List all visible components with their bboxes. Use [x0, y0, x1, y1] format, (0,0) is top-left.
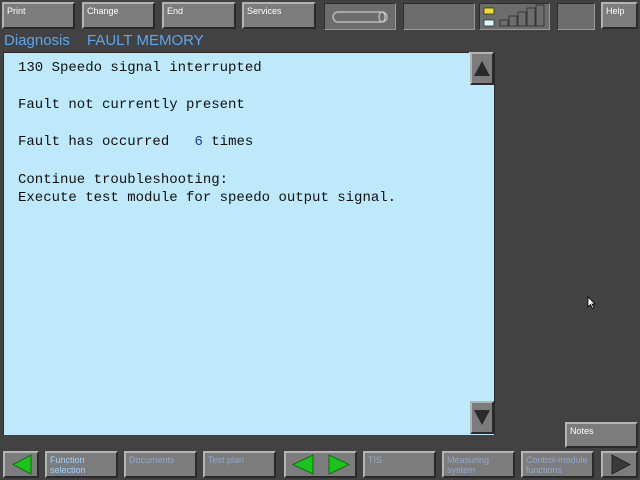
scroll-down-icon [474, 410, 490, 425]
section-label: Diagnosis [4, 32, 70, 49]
occurrence-count: 6 [194, 134, 203, 150]
test-plan-button[interactable]: Test plan [203, 451, 276, 478]
scroll-up-icon [474, 61, 490, 76]
back-button[interactable] [3, 451, 39, 478]
measuring-system-button[interactable]: Measuring system [442, 451, 515, 478]
arrow-right-icon [611, 454, 631, 475]
signal-strength-icon [499, 4, 545, 27]
screen-header: Diagnosis FAULT MEMORY [0, 31, 640, 51]
mouse-cursor-icon [587, 296, 596, 310]
connection-status-icon [483, 7, 495, 27]
fault-code-line: 130 Speedo signal interrupted [18, 60, 262, 76]
services-button[interactable]: Services [242, 2, 316, 29]
scroll-up-button[interactable] [470, 52, 494, 85]
battery-icon [332, 11, 388, 23]
connection-status-panel [479, 3, 550, 30]
end-button[interactable]: End [162, 2, 236, 29]
tis-button[interactable]: TIS [363, 451, 436, 478]
page-navigation [284, 451, 357, 478]
instruction-text: Execute test module for speedo output si… [18, 190, 397, 206]
function-selection-button[interactable]: Function selection [45, 451, 118, 478]
notes-button[interactable]: Notes [565, 422, 638, 448]
arrow-left-icon[interactable] [289, 453, 319, 476]
occurrence-prefix: Fault has occurred [18, 134, 170, 150]
continue-heading: Continue troubleshooting: [18, 172, 229, 188]
status-panel [403, 3, 475, 30]
scrollbar[interactable] [469, 52, 495, 435]
fault-status: Fault not currently present [18, 97, 245, 113]
change-button[interactable]: Change [82, 2, 155, 29]
occurrence-suffix: times [211, 134, 254, 150]
scroll-down-button[interactable] [470, 401, 494, 434]
print-button[interactable]: Print [2, 2, 75, 29]
scroll-track[interactable] [469, 86, 494, 400]
fault-occurrence: Fault has occurred 6 times [18, 134, 253, 150]
help-button[interactable]: Help [601, 2, 638, 29]
battery-indicator [324, 3, 396, 30]
arrow-left-icon [12, 454, 32, 475]
fault-details-panel: 130 Speedo signal interrupted Fault not … [3, 52, 469, 435]
page-title: FAULT MEMORY [87, 32, 204, 49]
blank-panel [557, 3, 595, 30]
arrow-right-icon[interactable] [323, 453, 353, 476]
control-module-functions-button[interactable]: Control-module functions [521, 451, 594, 478]
forward-button[interactable] [601, 451, 638, 478]
documents-button[interactable]: Documents [124, 451, 197, 478]
